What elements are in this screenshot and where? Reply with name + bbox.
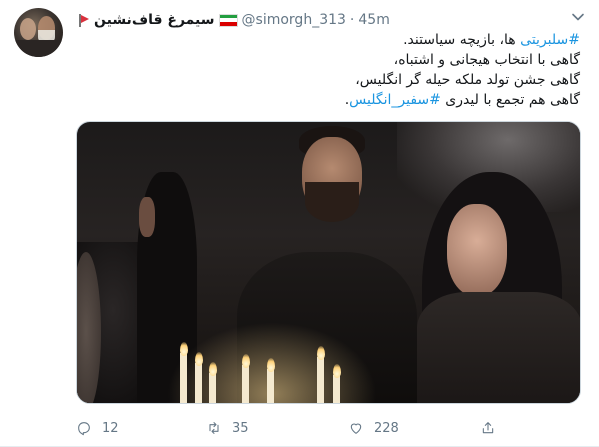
tweet-line-2: گاهی با انتخاب هیجانی و اشتباه،	[393, 52, 580, 68]
tweet-actions: 12 35 228	[76, 418, 496, 438]
display-name[interactable]: سیمرغ قاف‌نشین	[94, 12, 215, 28]
username[interactable]: @simorgh_313	[242, 12, 346, 28]
candle	[267, 369, 274, 403]
share-icon	[482, 422, 494, 434]
avatar[interactable]	[14, 8, 63, 57]
timestamp[interactable]: 45m	[358, 12, 389, 28]
candle	[317, 357, 324, 403]
tweet-header: سیمرغ قاف‌نشین @simorgh_313 · 45m	[78, 11, 390, 29]
candle	[195, 363, 202, 403]
photo-person-left-face	[139, 197, 155, 237]
candle	[333, 375, 340, 403]
hashtag-link[interactable]: #سلبریتی	[520, 32, 580, 48]
tweet-line-1-text: ها، بازیچه سیاستند.	[403, 32, 521, 48]
photo-woman-face	[447, 204, 507, 296]
candle-flame	[242, 354, 250, 368]
chevron-down-icon[interactable]	[571, 10, 585, 24]
reply-button[interactable]: 12	[76, 418, 119, 438]
retweet-icon	[209, 422, 219, 434]
tweet-photo[interactable]	[76, 121, 581, 404]
retweet-count: 35	[232, 420, 249, 436]
iran-flag-icon	[218, 13, 238, 27]
like-icon	[350, 423, 362, 434]
photo-woman-coat	[417, 292, 580, 403]
avatar-face-left	[20, 18, 36, 40]
like-count: 228	[374, 420, 399, 436]
candle-flame	[267, 358, 275, 372]
hashtag-link[interactable]: #سفیر_انگلیس	[349, 92, 441, 108]
avatar-clothing	[14, 40, 63, 57]
like-button[interactable]: 228	[348, 418, 399, 438]
photo-man-beard	[305, 182, 359, 222]
tweet[interactable]: سیمرغ قاف‌نشین @simorgh_313 · 45m #سلبری…	[0, 0, 599, 447]
tweet-line-1: #سلبریتی ها، بازیچه سیاستند.	[76, 30, 580, 50]
retweet-button[interactable]: 35	[206, 418, 249, 438]
candle-flame	[333, 364, 341, 378]
tweet-line-3: گاهی جشن تولد ملکه حیله گر انگلیس،	[355, 72, 580, 88]
tweet-text: #سلبریتی ها، بازیچه سیاستند. گاهی با انت…	[76, 30, 580, 110]
candle-flame	[317, 346, 325, 360]
candle-flame	[209, 362, 217, 376]
candle-flame	[195, 352, 203, 366]
red-flag-icon	[78, 13, 90, 27]
tweet-line-4: گاهی هم تجمع با لیدری #سفیر_انگلیس.	[76, 90, 580, 110]
reply-icon	[78, 422, 90, 436]
candle	[209, 373, 216, 403]
tweet-line-4-text: گاهی هم تجمع با لیدری	[440, 92, 580, 108]
candle	[180, 353, 187, 403]
share-button[interactable]	[480, 418, 496, 438]
separator-dot: ·	[349, 12, 355, 28]
candle-flame	[180, 342, 188, 356]
reply-count: 12	[102, 420, 119, 436]
candle	[242, 365, 249, 403]
